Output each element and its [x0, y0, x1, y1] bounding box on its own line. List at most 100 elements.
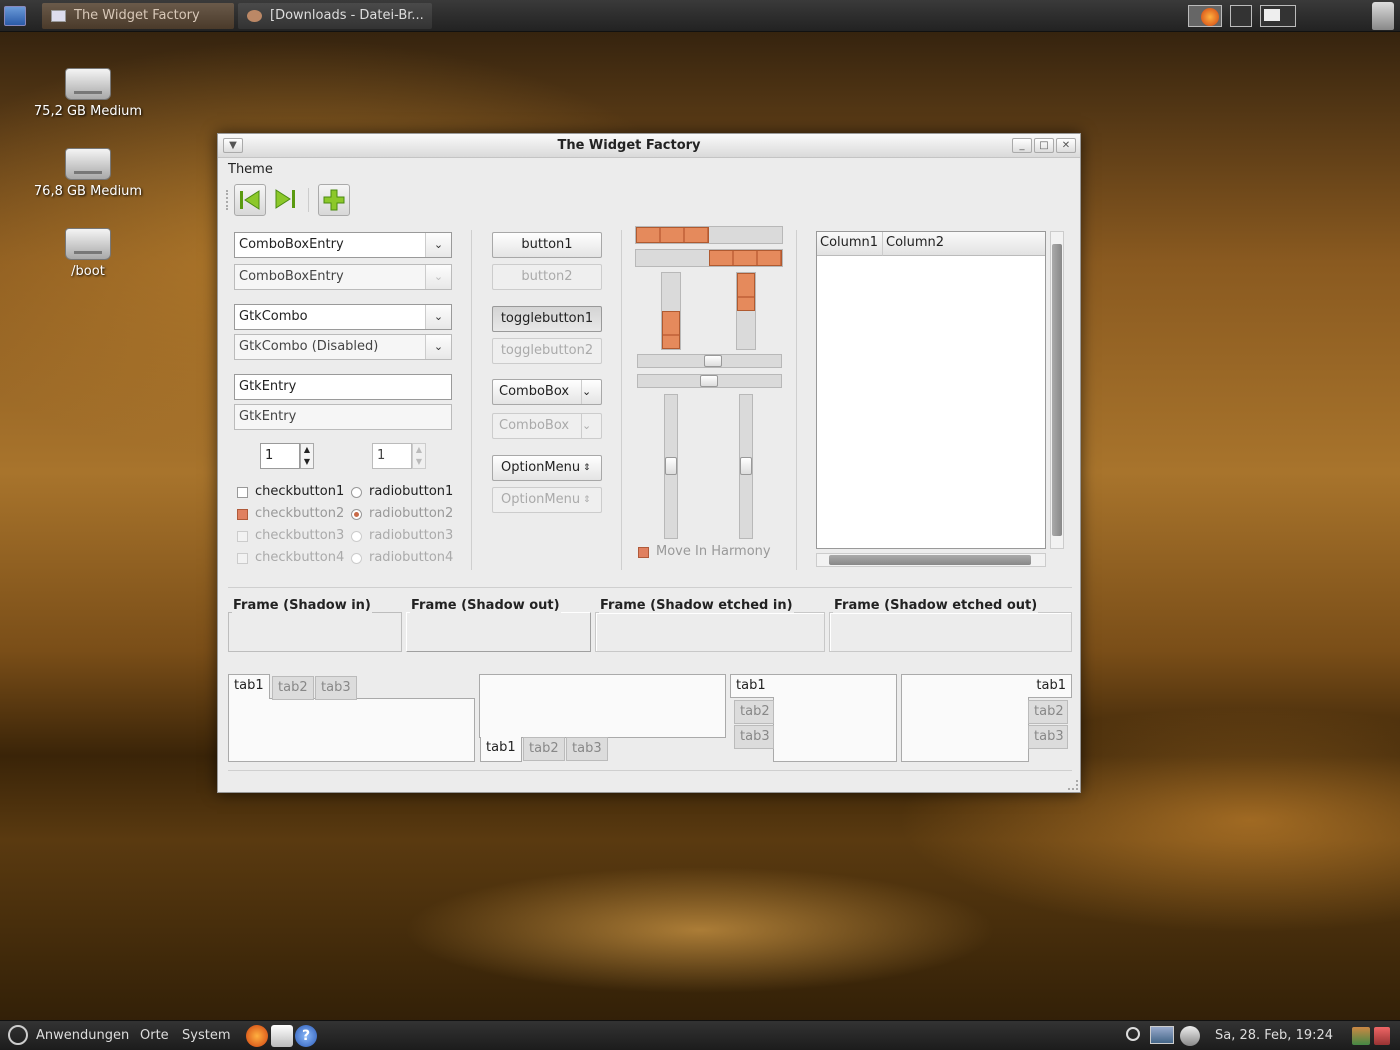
- workspace-2[interactable]: [1230, 5, 1252, 27]
- hscale-2[interactable]: [637, 374, 782, 388]
- slider-knob[interactable]: [665, 457, 677, 475]
- close-button[interactable]: ✕: [1056, 138, 1076, 153]
- volume-icon[interactable]: [1180, 1026, 1200, 1046]
- vertical-scrollbar[interactable]: [1050, 231, 1064, 549]
- mail-launcher-icon[interactable]: [271, 1025, 293, 1047]
- vscale-2[interactable]: [739, 394, 753, 539]
- tab-left-1[interactable]: tab1: [730, 674, 774, 698]
- desktop-icon-boot[interactable]: /boot: [18, 228, 158, 279]
- move-in-harmony-label[interactable]: Move In Harmony: [656, 544, 771, 559]
- combobox-entry-2[interactable]: ComboBoxEntry ⌄: [234, 264, 452, 290]
- tab-right-2[interactable]: tab2: [1028, 700, 1068, 724]
- checkbutton1-box[interactable]: [237, 487, 248, 498]
- tab-top-1[interactable]: tab1: [228, 674, 270, 699]
- combobox-entry-1[interactable]: ComboBoxEntry ⌄: [234, 232, 452, 258]
- frame-shadow-in: Frame (Shadow in): [228, 598, 402, 652]
- file-browser-icon: [247, 10, 262, 22]
- spinbutton-2-arrows: ▲ ▼: [412, 443, 426, 469]
- widget-factory-window: ▼ The Widget Factory _ □ ✕ Theme ComboBo…: [217, 133, 1081, 793]
- first-button[interactable]: [234, 184, 266, 216]
- toolbar: [226, 182, 366, 218]
- trash-icon[interactable]: [1372, 2, 1394, 30]
- tab-left-2[interactable]: tab2: [734, 700, 774, 724]
- toolbar-separator: [308, 188, 309, 212]
- spinbutton-2[interactable]: 1: [372, 443, 412, 469]
- chevron-down-icon[interactable]: ⌄: [425, 265, 451, 289]
- notebook-bottom-page: [479, 674, 726, 738]
- column-header-2[interactable]: Column2: [883, 232, 1045, 256]
- spinbutton-1-arrows[interactable]: ▲ ▼: [300, 443, 314, 469]
- menu-system[interactable]: System: [182, 1028, 230, 1043]
- radiobutton2-label[interactable]: radiobutton2: [369, 506, 453, 521]
- search-icon[interactable]: [1126, 1027, 1140, 1041]
- togglebutton1[interactable]: togglebutton1: [492, 306, 602, 332]
- desktop-icon-drive-1[interactable]: 75,2 GB Medium: [18, 68, 158, 119]
- hscale-1[interactable]: [637, 354, 782, 368]
- tab-right-3[interactable]: tab3: [1028, 725, 1068, 749]
- tab-bottom-3[interactable]: tab3: [566, 737, 608, 761]
- taskbar-item-downloads[interactable]: [Downloads - Datei-Br...: [238, 3, 432, 29]
- drive-icon: [65, 68, 111, 100]
- frame-title: Frame (Shadow etched in): [599, 598, 794, 613]
- horizontal-scrollbar[interactable]: [816, 553, 1046, 567]
- user-switcher-icon[interactable]: [1352, 1027, 1370, 1045]
- scrollbar-thumb[interactable]: [1052, 244, 1062, 536]
- radiobutton1-label[interactable]: radiobutton1: [369, 484, 453, 499]
- button1[interactable]: button1: [492, 232, 602, 258]
- slider-knob[interactable]: [740, 457, 752, 475]
- frame-title: Frame (Shadow etched out): [833, 598, 1039, 613]
- radiobutton1-circle[interactable]: [351, 487, 362, 498]
- clock[interactable]: Sa, 28. Feb, 19:24: [1215, 1028, 1333, 1043]
- last-button[interactable]: [270, 184, 302, 216]
- tab-top-3[interactable]: tab3: [315, 676, 357, 700]
- gtkentry-2[interactable]: GtkEntry: [234, 404, 452, 430]
- distro-logo-icon[interactable]: [8, 1025, 28, 1045]
- move-in-harmony-checkbox[interactable]: [638, 547, 649, 558]
- tab-left-3[interactable]: tab3: [734, 725, 774, 749]
- firefox-launcher-icon[interactable]: [246, 1025, 268, 1047]
- slider-knob[interactable]: [704, 355, 722, 367]
- gtkcombo-1[interactable]: GtkCombo ⌄: [234, 304, 452, 330]
- desktop-icon-drive-2[interactable]: 76,8 GB Medium: [18, 148, 158, 199]
- workspace-3[interactable]: [1260, 5, 1296, 27]
- chevron-down-icon[interactable]: ⌄: [425, 305, 451, 329]
- titlebar[interactable]: ▼ The Widget Factory _ □ ✕: [218, 134, 1080, 158]
- add-button[interactable]: [318, 184, 350, 216]
- menu-places[interactable]: Orte: [140, 1028, 169, 1043]
- radiobutton3-circle: [351, 531, 362, 542]
- show-desktop-icon[interactable]: [4, 6, 26, 26]
- shutdown-icon[interactable]: [1374, 1027, 1390, 1045]
- menu-theme[interactable]: Theme: [228, 162, 273, 177]
- network-icon[interactable]: [1150, 1026, 1174, 1044]
- checkbutton1-label[interactable]: checkbutton1: [255, 484, 344, 499]
- checkbutton2-label[interactable]: checkbutton2: [255, 506, 344, 521]
- help-launcher-icon[interactable]: ?: [295, 1025, 317, 1047]
- taskbar-item-label: [Downloads - Datei-Br...: [270, 8, 424, 23]
- checkbutton2-box[interactable]: [237, 509, 248, 520]
- toolbar-handle[interactable]: [226, 190, 228, 210]
- optionmenu-1[interactable]: OptionMenu ⇕: [492, 455, 602, 481]
- slider-knob[interactable]: [700, 375, 718, 387]
- tab-bottom-1[interactable]: tab1: [480, 737, 522, 762]
- scrollbar-thumb[interactable]: [829, 555, 1031, 565]
- tab-bottom-2[interactable]: tab2: [523, 737, 565, 761]
- workspace-1[interactable]: [1188, 5, 1222, 27]
- menu-applications[interactable]: Anwendungen: [36, 1028, 129, 1043]
- radiobutton2-circle[interactable]: [351, 509, 362, 520]
- minimize-button[interactable]: _: [1012, 138, 1032, 153]
- column-header-1[interactable]: Column1: [817, 232, 883, 256]
- tab-right-1[interactable]: tab1: [1028, 674, 1072, 698]
- taskbar-item-widget-factory[interactable]: The Widget Factory: [42, 3, 234, 29]
- goto-last-icon: [275, 189, 295, 209]
- chevron-down-icon[interactable]: ⌄: [425, 233, 451, 257]
- tab-top-2[interactable]: tab2: [272, 676, 314, 700]
- gtkentry-1[interactable]: GtkEntry: [234, 374, 452, 400]
- add-icon: [323, 189, 345, 211]
- progressbar-vertical-1: [661, 272, 681, 350]
- spinbutton-1[interactable]: 1: [260, 443, 300, 469]
- vscale-1[interactable]: [664, 394, 678, 539]
- resize-grip-icon[interactable]: [1068, 780, 1078, 790]
- maximize-button[interactable]: □: [1034, 138, 1054, 153]
- combobox-1[interactable]: ComboBox ⌄: [492, 379, 602, 405]
- tree-view[interactable]: Column1 Column2: [816, 231, 1046, 549]
